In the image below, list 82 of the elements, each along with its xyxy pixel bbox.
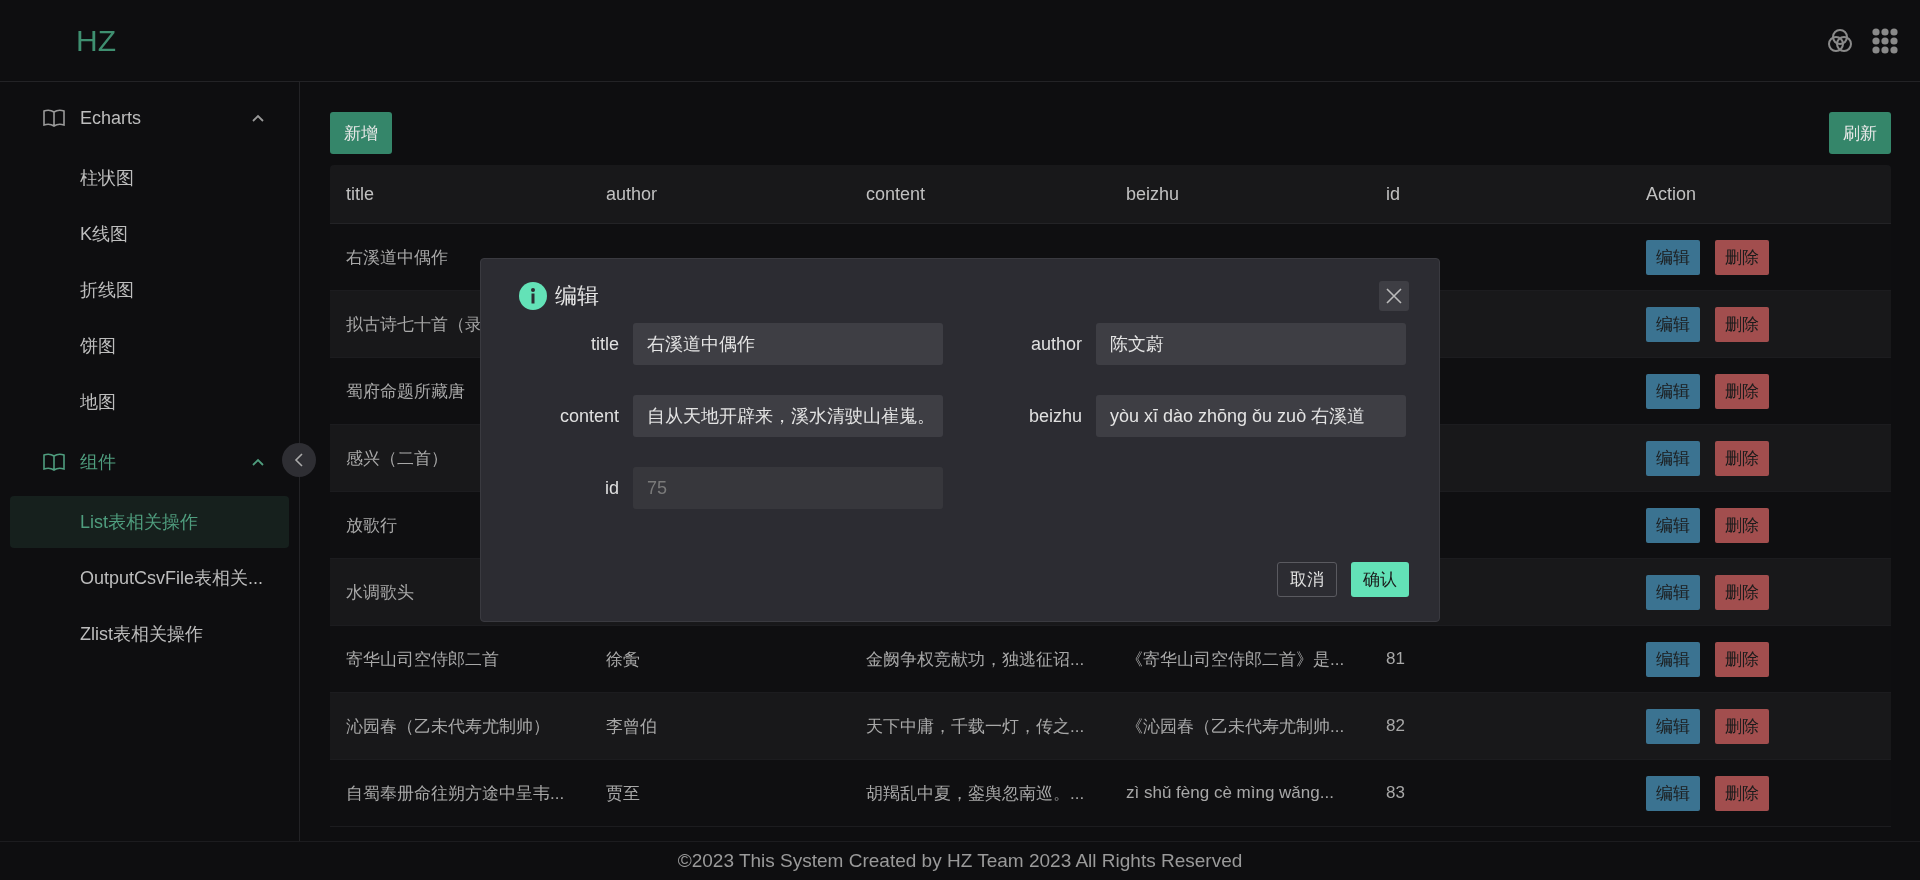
delete-button[interactable]: 删除: [1715, 239, 1769, 275]
table-cell: 放歌行: [346, 515, 397, 535]
table-cell: 蜀府命题所藏唐: [346, 381, 465, 401]
table-cell: 《寄华山司空侍郎二首》是...: [1126, 649, 1345, 669]
table-cell: 拟古诗七十首（录: [346, 314, 482, 334]
table-cell: 《沁园春（乙未代寿尤制帅...: [1126, 716, 1345, 736]
menu-item[interactable]: 地图: [10, 376, 289, 428]
column-header: id: [1385, 183, 1401, 205]
table-cell: 右溪道中偶作: [346, 247, 448, 267]
edit-button[interactable]: 编辑: [1646, 306, 1700, 342]
close-button[interactable]: [1379, 281, 1409, 311]
book-icon: [42, 452, 66, 472]
edit-button[interactable]: 编辑: [1646, 641, 1700, 677]
edit-button[interactable]: 编辑: [1646, 507, 1700, 543]
delete-button[interactable]: 删除: [1715, 373, 1769, 409]
table-cell: 寄华山司空侍郎二首: [346, 649, 499, 669]
delete-button[interactable]: 删除: [1715, 306, 1769, 342]
table-cell: 贾至: [606, 783, 640, 803]
input-field[interactable]: 陈文蔚: [1096, 323, 1406, 365]
table-cell: 81: [1386, 649, 1405, 668]
menu-group[interactable]: 组件: [0, 432, 277, 492]
column-header: author: [605, 183, 659, 205]
field-label: author: [1029, 333, 1082, 355]
input-field[interactable]: 自从天地开辟来，溪水清驶山崔嵬。: [633, 395, 943, 437]
logo[interactable]: HZ: [76, 23, 116, 58]
footer-text: ©2023 This System Created by HZ Team 2023 All Rights Reserved: [677, 850, 1243, 872]
column-header: title: [345, 183, 375, 205]
menu-item[interactable]: 饼图: [10, 320, 289, 372]
field-label: id: [604, 477, 619, 499]
field-label: content: [558, 405, 619, 427]
collapse-button[interactable]: [282, 443, 316, 477]
table-cell: 83: [1386, 783, 1405, 802]
input-field[interactable]: 右溪道中偶作: [633, 323, 943, 365]
table-cell: 天下中庸，千载一灯，传之...: [866, 716, 1085, 736]
edit-button[interactable]: 编辑: [1646, 373, 1700, 409]
delete-button[interactable]: 删除: [1715, 507, 1769, 543]
close-icon: [1385, 287, 1403, 305]
table-cell: 82: [1386, 716, 1405, 735]
delete-button[interactable]: 删除: [1715, 641, 1769, 677]
edit-button[interactable]: 编辑: [1646, 775, 1700, 811]
theme-icon[interactable]: [1826, 26, 1854, 55]
column-header: beizhu: [1125, 183, 1181, 205]
table-cell: 李曾伯: [606, 716, 657, 736]
menu-item[interactable]: K线图: [10, 208, 289, 260]
table-cell: 自蜀奉册命往朔方途中呈韦...: [346, 783, 565, 803]
delete-button[interactable]: 删除: [1715, 440, 1769, 476]
table-cell: 金阙争权竞献功，独逃征诏...: [866, 649, 1085, 669]
table-cell: 胡羯乱中夏，銮舆忽南巡。...: [866, 783, 1085, 803]
chevron-left-icon: [293, 452, 305, 468]
delete-button[interactable]: 删除: [1715, 574, 1769, 610]
menu-item[interactable]: List表相关操作: [10, 496, 289, 548]
book-icon: [42, 108, 66, 128]
table-cell: 感兴（二首）: [346, 448, 448, 468]
dialog-title: 编辑: [555, 282, 600, 310]
info-icon: [519, 282, 547, 310]
refresh-button[interactable]: 刷新: [1829, 112, 1891, 154]
edit-button[interactable]: 编辑: [1646, 440, 1700, 476]
apps-grid-icon[interactable]: [1872, 27, 1898, 54]
table-cell: 水调歌头: [346, 582, 414, 602]
edit-button[interactable]: 编辑: [1646, 708, 1700, 744]
delete-button[interactable]: 删除: [1715, 775, 1769, 811]
menu-item[interactable]: 柱状图: [10, 152, 289, 204]
menu-item[interactable]: OutputCsvFile表相关...: [10, 552, 289, 604]
menu-item[interactable]: Zlist表相关操作: [10, 608, 289, 660]
column-header: Action: [1645, 183, 1698, 205]
table-cell: 徐夤: [606, 649, 640, 669]
table-cell: zì shǔ fèng cè mìng wǎng...: [1126, 783, 1334, 802]
cancel-button[interactable]: 取消: [1277, 562, 1337, 597]
table-cell: 沁园春（乙未代寿尤制帅）: [346, 716, 550, 736]
menu-item[interactable]: 折线图: [10, 264, 289, 316]
field-label: beizhu: [1027, 405, 1082, 427]
column-header: content: [865, 183, 927, 205]
input-field[interactable]: yòu xī dào zhōng ǒu zuò 右溪道: [1096, 395, 1406, 437]
delete-button[interactable]: 删除: [1715, 708, 1769, 744]
chevron-icon: [251, 457, 265, 467]
add-button[interactable]: 新增: [330, 112, 392, 154]
edit-button[interactable]: 编辑: [1646, 239, 1700, 275]
field-label: title: [590, 333, 619, 355]
menu-group[interactable]: Echarts: [0, 88, 277, 148]
chevron-icon: [251, 113, 265, 123]
edit-button[interactable]: 编辑: [1646, 574, 1700, 610]
confirm-button[interactable]: 确认: [1351, 562, 1409, 597]
